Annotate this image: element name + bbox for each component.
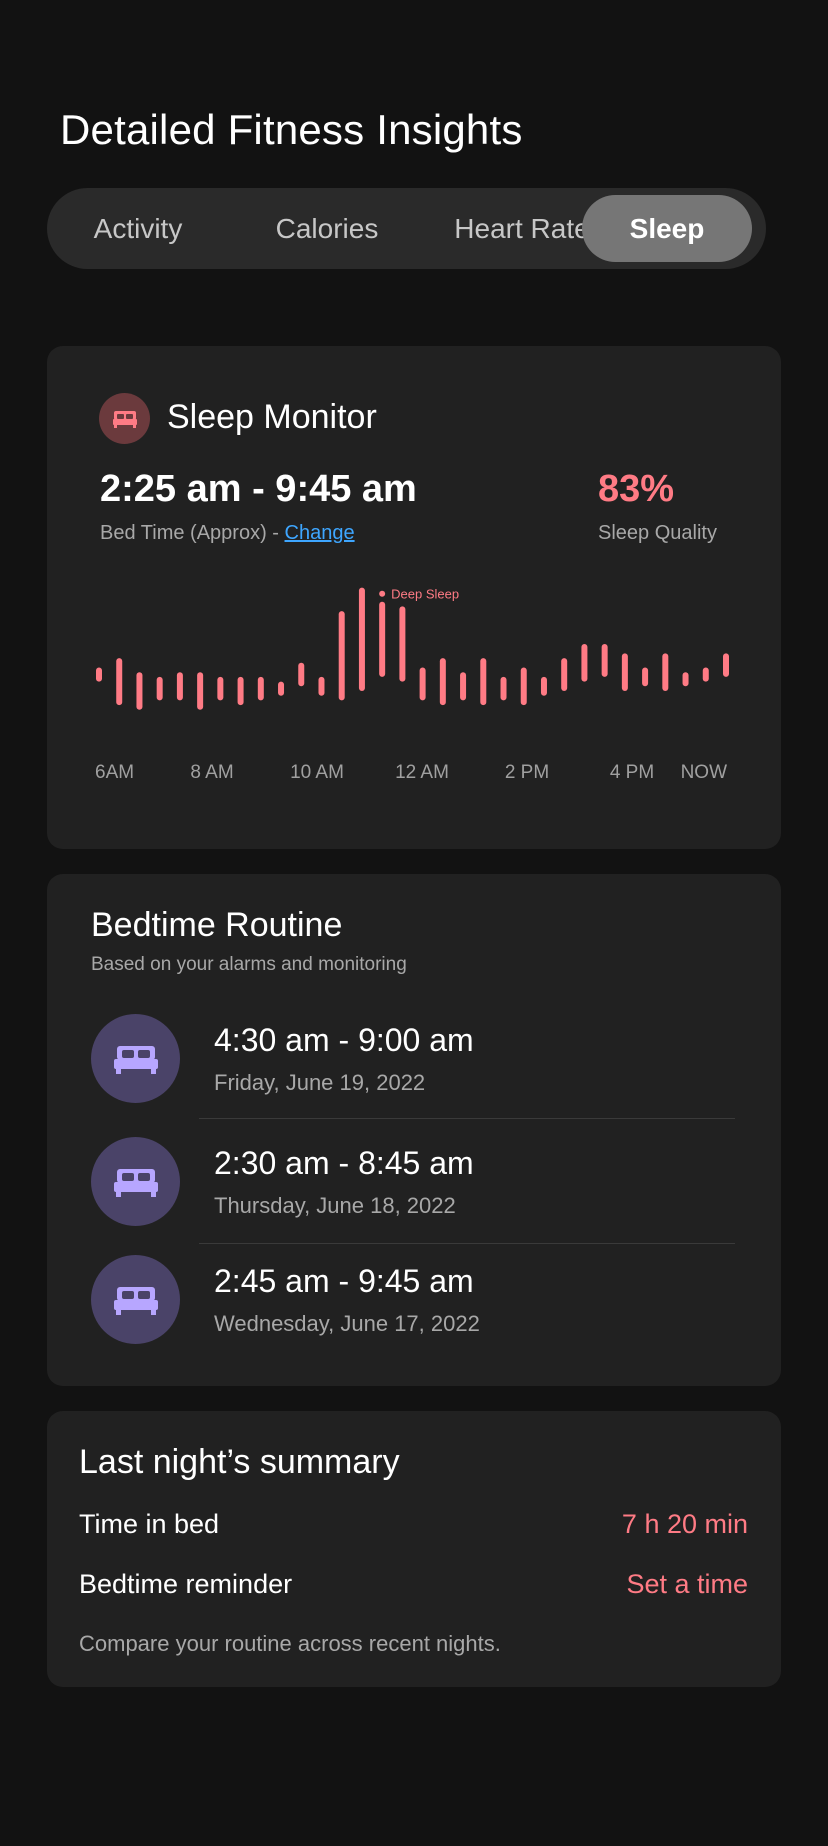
time-in-bed-value: 7 h 20 min	[621, 1509, 748, 1539]
deep-sleep-label: Deep Sleep	[391, 587, 459, 602]
routine-time: 2:30 am - 8:45 am	[214, 1145, 474, 1181]
set-bedtime-reminder-button[interactable]: Set a time	[626, 1569, 748, 1600]
routine-divider	[199, 1118, 735, 1119]
sleep-bar	[197, 672, 204, 710]
tab-calories[interactable]: Calories	[247, 188, 407, 269]
chart-x-tick-label: 10 AM	[290, 762, 344, 783]
sleep-bar	[540, 676, 547, 696]
routine-item[interactable]: 2:30 am - 8:45 am Thursday, June 18, 202…	[47, 1137, 781, 1227]
last-night-summary-card: Last night’s summary Time in bed 7 h 20 …	[47, 1411, 781, 1687]
sleep-bar	[136, 672, 143, 710]
tab-sleep[interactable]: Sleep	[582, 195, 752, 262]
routine-subtitle: Based on your alarms and monitoring	[91, 954, 407, 975]
bedtime-reminder-label: Bedtime reminder	[79, 1569, 293, 1599]
sleep-bar	[176, 672, 183, 701]
chart-x-tick-label: 6AM	[95, 762, 134, 783]
sleep-bar	[419, 667, 426, 701]
sleep-chart: Deep Sleep 6AM 8 AM 10 AM 12 AM 2 PM 4 PM NOW	[95, 587, 729, 783]
routine-date: Wednesday, June 17, 2022	[214, 1311, 480, 1336]
routine-bed-icon	[91, 1137, 180, 1226]
sleep-bar	[621, 653, 628, 691]
sleep-bar	[682, 672, 689, 687]
tab-activity[interactable]: Activity	[63, 188, 213, 269]
sleep-monitor-card: Sleep Monitor 2:25 am - 9:45 am Bed Time…	[47, 346, 781, 849]
sleep-bar	[399, 606, 406, 682]
sleep-bar	[358, 587, 365, 691]
routine-item[interactable]: 2:45 am - 9:45 am Wednesday, June 17, 20…	[47, 1255, 781, 1345]
sleep-bar	[379, 601, 386, 677]
routine-time: 4:30 am - 9:00 am	[214, 1022, 474, 1058]
chart-x-tick-label: 4 PM	[610, 762, 654, 783]
chart-x-tick-label: NOW	[681, 762, 728, 783]
sleep-bar	[702, 667, 709, 682]
sleep-bar	[96, 667, 102, 682]
insight-tabs: Activity Calories Heart Rate Sleep	[47, 188, 766, 269]
routine-title: Bedtime Routine	[91, 906, 343, 944]
routine-date: Thursday, June 18, 2022	[214, 1193, 456, 1218]
sleep-bar	[601, 644, 608, 677]
sleep-bar	[662, 653, 669, 691]
sleep-bar	[278, 681, 285, 696]
sleep-bar	[257, 676, 264, 701]
sleep-bar	[237, 676, 244, 706]
sleep-bar	[217, 676, 224, 701]
routine-time: 2:45 am - 9:45 am	[214, 1263, 474, 1299]
summary-title: Last night’s summary	[79, 1443, 400, 1481]
routine-bed-icon	[91, 1255, 180, 1344]
page-title: Detailed Fitness Insights	[60, 106, 523, 153]
sleep-bar	[520, 667, 527, 706]
time-in-bed-label: Time in bed	[79, 1509, 220, 1539]
sleep-bar	[581, 644, 588, 682]
summary-note: Compare your routine across recent night…	[79, 1631, 501, 1656]
routine-item[interactable]: 4:30 am - 9:00 am Friday, June 19, 2022	[47, 1014, 781, 1104]
deep-sleep-marker	[379, 590, 386, 597]
sleep-bar	[480, 658, 487, 706]
sleep-bar	[298, 662, 305, 687]
chart-x-tick-label: 2 PM	[505, 762, 549, 783]
sleep-bar	[338, 611, 345, 701]
bedtime-routine-card: Bedtime Routine Based on your alarms and…	[47, 874, 781, 1386]
sleep-bar	[723, 653, 729, 677]
sleep-bar	[500, 676, 507, 701]
sleep-bar	[116, 658, 123, 706]
chart-x-tick-label: 8 AM	[190, 762, 233, 783]
routine-divider	[199, 1243, 735, 1244]
sleep-bar	[156, 676, 163, 701]
sleep-bar	[642, 667, 649, 687]
routine-date: Friday, June 19, 2022	[214, 1070, 426, 1095]
sleep-bar	[460, 672, 467, 701]
chart-x-tick-label: 12 AM	[395, 762, 449, 783]
sleep-bar	[318, 676, 325, 696]
routine-bed-icon	[91, 1014, 180, 1103]
sleep-bar	[439, 658, 446, 706]
sleep-bar	[561, 658, 568, 691]
